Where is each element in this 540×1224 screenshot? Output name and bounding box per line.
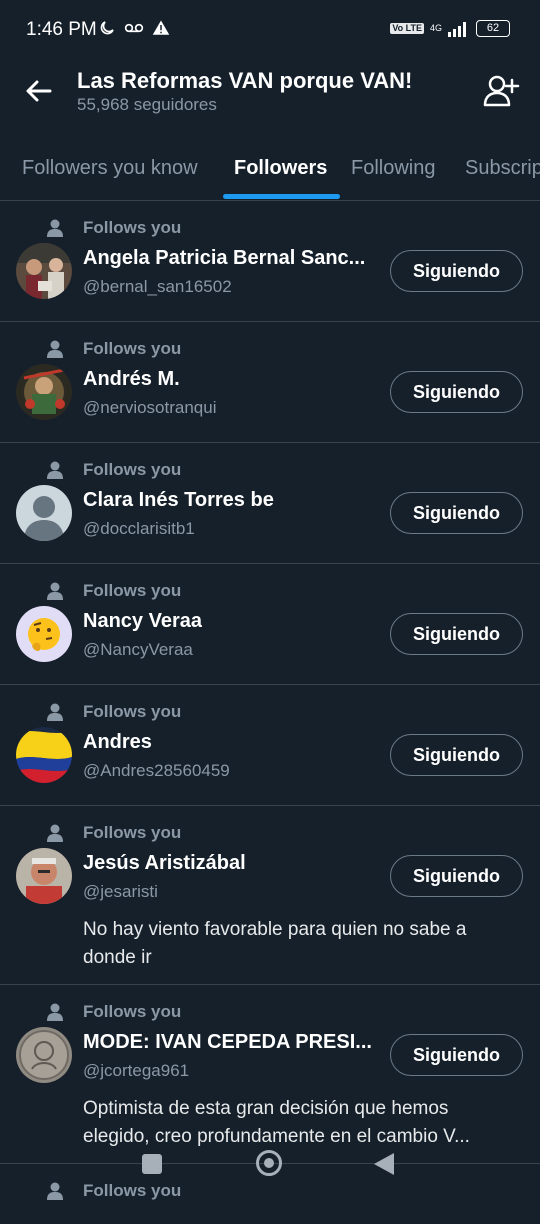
follows-you-label: Follows you xyxy=(83,339,182,358)
person-icon xyxy=(47,340,63,358)
add-user-icon[interactable] xyxy=(482,72,520,110)
user-display-name[interactable]: Angela Patricia Bernal Sanc... xyxy=(83,247,365,270)
system-nav-bar xyxy=(0,1142,540,1200)
voicemail-icon xyxy=(124,23,144,33)
moon-icon xyxy=(100,21,114,35)
user-handle: @Andres28560459 xyxy=(83,761,230,780)
follows-you-label: Follows you xyxy=(83,823,182,842)
follows-you-label: Follows you xyxy=(83,1002,182,1021)
person-icon xyxy=(47,582,63,600)
list-item[interactable]: Follows you Andrés M. @nerviosotranqui S… xyxy=(0,322,540,443)
user-display-name[interactable]: Andres xyxy=(83,731,152,754)
follower-count: 55,968 seguidores xyxy=(77,95,217,114)
follows-you-label: Follows you xyxy=(83,218,182,237)
follows-you-label: Follows you xyxy=(83,460,182,479)
followers-list: Follows you Angela Patricia Bernal Sanc.… xyxy=(0,201,540,1224)
following-button[interactable]: Siguiendo xyxy=(390,371,523,413)
following-button[interactable]: Siguiendo xyxy=(390,734,523,776)
avatar[interactable] xyxy=(16,243,72,299)
list-item[interactable]: Follows you MODE: IVAN CEPEDA PRESI... @… xyxy=(0,985,540,1164)
user-handle: @bernal_san16502 xyxy=(83,277,232,296)
battery-indicator: 62 xyxy=(476,20,510,37)
following-button[interactable]: Siguiendo xyxy=(390,613,523,655)
user-handle: @jcortega961 xyxy=(83,1061,190,1080)
list-item[interactable]: Follows you Angela Patricia Bernal Sanc.… xyxy=(0,201,540,322)
tab-subscriptions[interactable]: Subscriptions xyxy=(465,157,540,180)
person-icon xyxy=(47,703,63,721)
avatar[interactable] xyxy=(16,848,72,904)
thinking-emoji-avatar[interactable] xyxy=(16,606,72,662)
tab-following[interactable]: Following xyxy=(351,157,435,180)
list-item[interactable]: Follows you Nancy Veraa @NancyVeraa Sigu… xyxy=(0,564,540,685)
list-item[interactable]: Follows you Andres @Andres28560459 Sigui… xyxy=(0,685,540,806)
warning-icon xyxy=(152,20,170,35)
user-handle: @nerviosotranqui xyxy=(83,398,217,417)
user-display-name[interactable]: Andrés M. xyxy=(83,368,180,391)
person-icon xyxy=(47,461,63,479)
follows-you-label: Follows you xyxy=(83,581,182,600)
list-item[interactable]: Follows you Clara Inés Torres be @doccla… xyxy=(0,443,540,564)
page-title: Las Reformas VAN porque VAN! xyxy=(77,68,413,93)
tab-followers-you-know[interactable]: Followers you know xyxy=(22,157,198,180)
back-arrow-icon[interactable] xyxy=(22,74,56,108)
active-tab-indicator xyxy=(223,194,340,199)
avatar[interactable] xyxy=(16,364,72,420)
network-type: 4G xyxy=(429,23,442,33)
following-button[interactable]: Siguiendo xyxy=(390,250,523,292)
status-time: 1:46 PM xyxy=(26,19,97,40)
user-display-name[interactable]: Jesús Aristizábal xyxy=(83,852,246,875)
person-icon xyxy=(47,219,63,237)
person-icon xyxy=(47,1003,63,1021)
user-handle: @docclarisitb1 xyxy=(83,519,195,538)
user-handle: @NancyVeraa xyxy=(83,640,193,659)
person-icon xyxy=(47,824,63,842)
profile-header: Las Reformas VAN porque VAN! 55,968 segu… xyxy=(0,58,540,128)
follows-you-label: Follows you xyxy=(83,702,182,721)
following-button[interactable]: Siguiendo xyxy=(390,492,523,534)
tab-followers[interactable]: Followers xyxy=(234,157,327,180)
user-handle: @jesaristi xyxy=(83,882,158,901)
user-display-name[interactable]: MODE: IVAN CEPEDA PRESI... xyxy=(83,1031,372,1054)
signal-icon xyxy=(448,21,466,37)
following-button[interactable]: Siguiendo xyxy=(390,1034,523,1076)
user-bio: No hay viento favorable para quien no sa… xyxy=(83,919,467,968)
status-bar: 1:46 PM Vo LTE 4G 62 xyxy=(0,0,540,58)
default-avatar-icon[interactable] xyxy=(16,485,72,541)
coin-avatar[interactable] xyxy=(16,1027,72,1083)
user-display-name[interactable]: Nancy Veraa xyxy=(83,610,202,633)
home-icon[interactable] xyxy=(256,1150,282,1176)
volte-indicator: Vo LTE xyxy=(390,23,424,34)
colombia-flag-avatar[interactable] xyxy=(16,727,72,783)
user-display-name[interactable]: Clara Inés Torres be xyxy=(83,489,274,512)
tab-bar: Followers you know Followers Following S… xyxy=(0,140,540,201)
recents-icon[interactable] xyxy=(142,1154,162,1174)
list-item[interactable]: Follows you Jesús Aristizábal @jesaristi… xyxy=(0,806,540,985)
following-button[interactable]: Siguiendo xyxy=(390,855,523,897)
system-back-icon[interactable] xyxy=(374,1153,394,1175)
